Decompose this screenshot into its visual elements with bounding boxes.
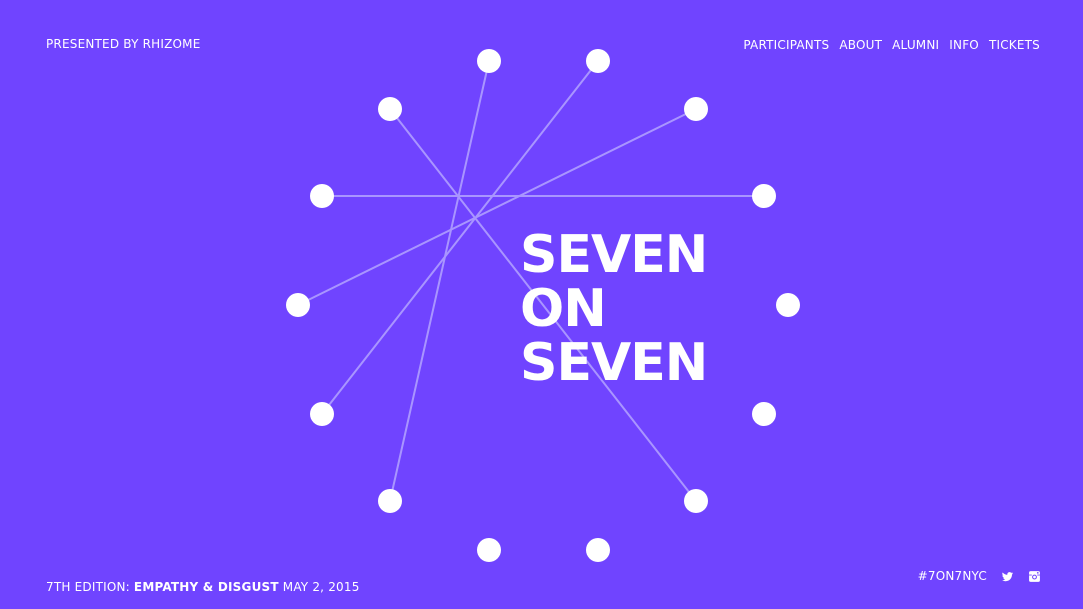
edition-info: 7TH EDITION: EMPATHY & DISGUST MAY 2, 20… xyxy=(46,580,360,594)
graph-node xyxy=(586,49,610,73)
event-title: SEVEN ON SEVEN xyxy=(520,225,708,393)
graph-node xyxy=(378,97,402,121)
twitter-icon[interactable] xyxy=(1001,570,1014,583)
graph-node xyxy=(684,489,708,513)
edition-theme: EMPATHY & DISGUST xyxy=(133,580,279,594)
event-title-line-1: SEVEN xyxy=(520,225,708,285)
event-title-line-3: SEVEN xyxy=(520,333,708,393)
nav-tickets[interactable]: TICKETS xyxy=(989,38,1040,52)
instagram-icon[interactable] xyxy=(1028,570,1041,583)
edition-label: 7TH EDITION: xyxy=(46,580,130,594)
graph-node xyxy=(752,402,776,426)
graph-node xyxy=(378,489,402,513)
graph-node xyxy=(684,97,708,121)
graph-node xyxy=(477,538,501,562)
graph-node xyxy=(586,538,610,562)
nav-info[interactable]: INFO xyxy=(949,38,979,52)
social-links: #7ON7NYC xyxy=(918,569,1041,583)
graph-node xyxy=(286,293,310,317)
nav-about[interactable]: ABOUT xyxy=(839,38,882,52)
event-date: MAY 2, 2015 xyxy=(282,580,360,594)
nav-participants[interactable]: PARTICIPANTS xyxy=(743,38,829,52)
event-title-line-2: ON xyxy=(520,279,607,339)
graph-node xyxy=(310,402,334,426)
main-nav: PARTICIPANTS ABOUT ALUMNI INFO TICKETS xyxy=(743,38,1040,52)
hashtag[interactable]: #7ON7NYC xyxy=(918,569,987,583)
graph-node xyxy=(310,184,334,208)
graph-node xyxy=(477,49,501,73)
graph-node xyxy=(752,184,776,208)
nav-alumni[interactable]: ALUMNI xyxy=(892,38,939,52)
graph-node xyxy=(776,293,800,317)
connection-line xyxy=(389,60,490,502)
presented-by[interactable]: PRESENTED BY RHIZOME xyxy=(46,37,201,51)
